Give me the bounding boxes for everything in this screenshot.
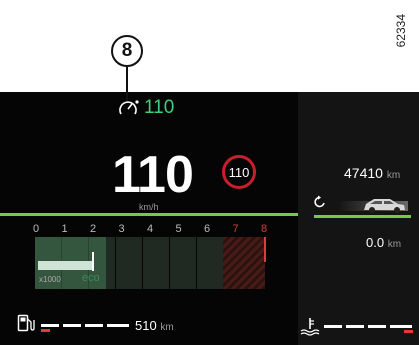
range-unit: km <box>160 322 174 333</box>
odometer: 47410 km <box>344 165 400 181</box>
odometer-value: 47410 <box>344 165 383 181</box>
tick-label: 8 <box>260 223 268 235</box>
redline-marker <box>264 237 266 262</box>
current-speed: 110 <box>112 146 194 204</box>
cruise-speed-value: 110 <box>144 97 175 118</box>
figure-id: 62334 <box>394 14 408 48</box>
tick-label: 5 <box>175 223 182 235</box>
odometer-unit: km <box>386 170 401 181</box>
fuel-low-marker <box>41 329 50 332</box>
speed-unit: km/h <box>139 202 159 212</box>
speed-limiter-icon <box>119 100 139 115</box>
tick-label: 3 <box>118 223 125 235</box>
range-value: 510 <box>135 318 157 333</box>
rpm-needle <box>92 252 94 271</box>
trip-value: 0.0 <box>366 235 385 250</box>
instrument-cluster: 110 110 km/h 110 0 1 2 3 4 5 6 7 8 x1000 eco 474… <box>0 92 419 345</box>
tick-label: 7 <box>232 223 239 235</box>
fuel-pump-icon <box>17 314 35 332</box>
coolant-temperature-icon <box>300 318 320 336</box>
car-icon <box>338 199 408 213</box>
reset-icon <box>314 195 325 208</box>
tick-label: 4 <box>146 223 154 235</box>
rpm-multiplier: x1000 <box>39 275 61 284</box>
tick-label: 0 <box>32 223 40 235</box>
trip-panel <box>298 92 419 345</box>
redline-zone <box>223 237 265 289</box>
rpm-fill <box>38 261 93 270</box>
speed-limit-sign: 110 <box>222 155 256 189</box>
callout-number: 8 <box>111 35 143 67</box>
tick-label: 2 <box>89 223 97 235</box>
fuel-gauge <box>41 324 131 327</box>
callout-line <box>126 67 128 101</box>
status-bar-left <box>0 213 298 216</box>
fuel-range: 510 km <box>135 318 174 333</box>
coolant-hot-marker <box>404 330 413 333</box>
eco-label: eco <box>82 272 100 284</box>
trip-distance: 0.0 km <box>366 235 401 250</box>
tick-label: 1 <box>61 223 68 235</box>
tick-label: 6 <box>203 223 211 235</box>
trip-unit: km <box>387 239 402 250</box>
coolant-gauge <box>324 325 412 328</box>
